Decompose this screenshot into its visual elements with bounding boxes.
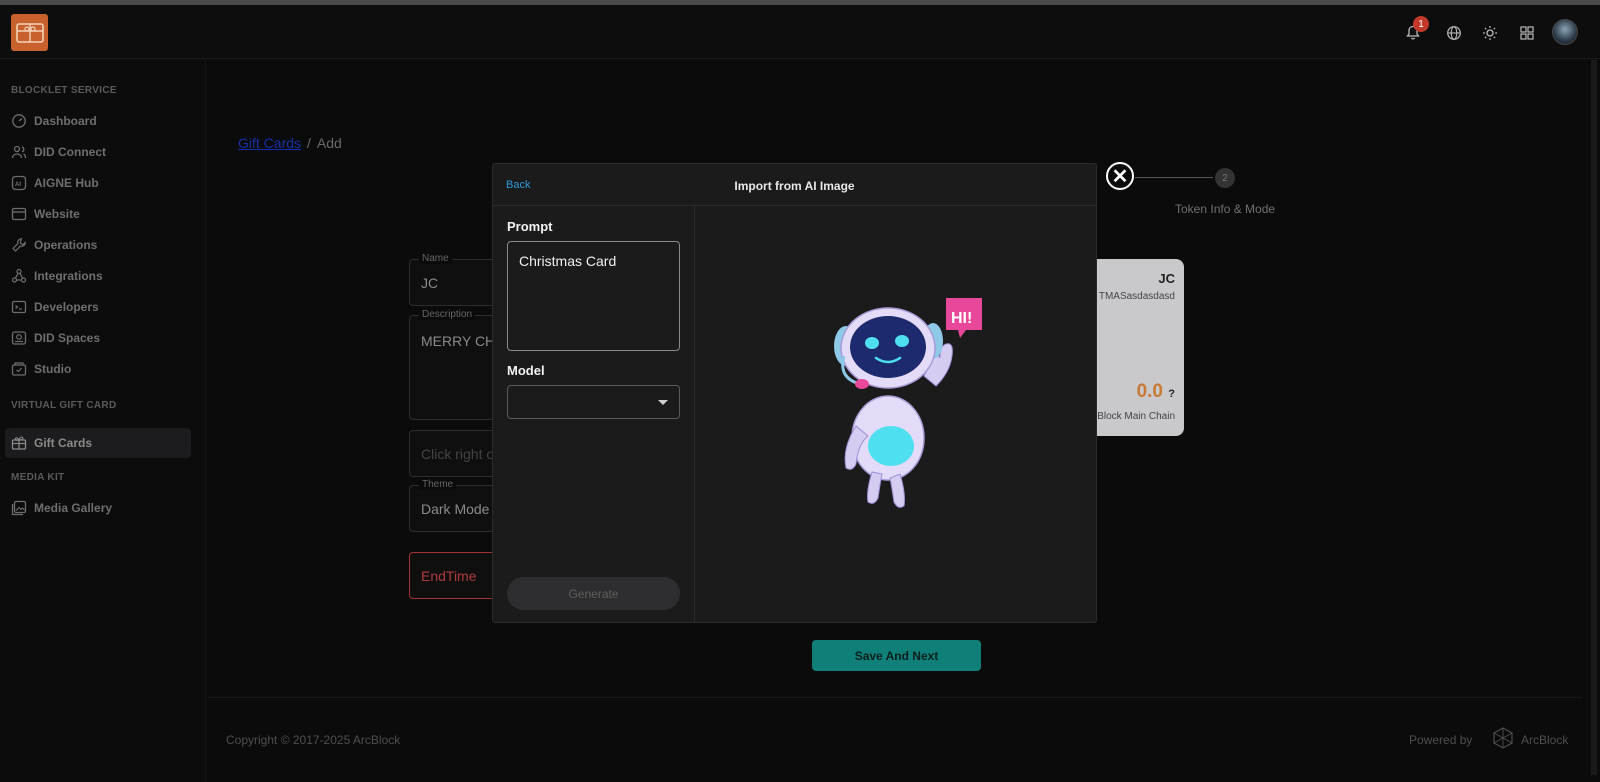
theme-field-legend: Theme: [419, 479, 457, 490]
model-label: Model: [507, 363, 545, 378]
model-select[interactable]: [507, 385, 680, 419]
close-icon[interactable]: ✕: [1106, 162, 1134, 190]
sidebar-item-label: DID Spaces: [34, 331, 101, 345]
breadcrumb: Gift Cards / Add: [238, 135, 342, 151]
studio-icon: [11, 362, 27, 376]
stepper-step-2-label: Token Info & Mode: [1175, 202, 1276, 216]
generate-button[interactable]: Generate: [507, 577, 680, 610]
globe-icon[interactable]: [1444, 23, 1464, 43]
sidebar-item-did-connect[interactable]: DID Connect: [5, 137, 191, 167]
sidebar-item-website[interactable]: Website: [5, 199, 191, 229]
terminal-icon: [11, 300, 27, 314]
notification-badge: 1: [1413, 16, 1429, 32]
gift-card-preview: JC TMASasdasdasd 0.0 ? Block Main Chain: [1096, 259, 1184, 436]
sidebar-item-integrations[interactable]: Integrations: [5, 261, 191, 291]
sidebar-item-operations[interactable]: Operations: [5, 230, 191, 260]
sidebar-item-label: Integrations: [34, 269, 103, 283]
sidebar-section-title: MEDIA KIT: [11, 472, 65, 483]
ai-icon: AI: [11, 175, 27, 191]
footer-divider: [207, 697, 1582, 698]
dialog-title: Import from AI Image: [734, 179, 855, 193]
gallery-icon: [11, 500, 27, 516]
sidebar: BLOCKLET SERVICE Dashboard DID Connect A…: [0, 60, 206, 782]
stepper-step-2[interactable]: 2: [1215, 168, 1235, 188]
footer-copyright: Copyright © 2017-2025 ArcBlock: [226, 733, 401, 747]
sidebar-item-label: Website: [34, 207, 80, 221]
gift-icon: [11, 436, 27, 450]
breadcrumb-separator: /: [307, 135, 311, 151]
gift-card-logo-icon: [15, 22, 44, 43]
theme-field-value: Dark Mode: [421, 501, 490, 517]
svg-text:AI: AI: [15, 182, 21, 188]
drive-icon: [11, 331, 27, 345]
sidebar-item-label: Developers: [34, 300, 99, 314]
footer-brand[interactable]: ArcBlock: [1521, 733, 1568, 747]
dialog-header: Back Import from AI Image: [493, 164, 1096, 206]
sidebar-item-label: Operations: [34, 238, 98, 252]
prompt-textarea-value: Christmas Card: [519, 253, 617, 269]
prompt-textarea[interactable]: Christmas Card: [507, 241, 680, 351]
name-field-legend: Name: [419, 253, 452, 264]
breadcrumb-link-gift-cards[interactable]: Gift Cards: [238, 135, 301, 151]
app-logo[interactable]: [11, 14, 48, 51]
preview-card-name: JC: [1158, 271, 1175, 286]
sidebar-item-label: DID Connect: [34, 145, 106, 159]
preview-card-amount-value: 0.0: [1136, 381, 1163, 402]
sidebar-item-gift-cards[interactable]: Gift Cards: [5, 428, 191, 458]
save-and-next-button[interactable]: Save And Next: [812, 640, 981, 671]
sidebar-section-title: VIRTUAL GIFT CARD: [11, 400, 117, 411]
description-field-legend: Description: [419, 309, 476, 320]
dialog-image-panel: HI!: [696, 206, 1096, 622]
app-header: 1: [0, 5, 1600, 59]
chevron-down-icon: [658, 400, 668, 405]
prompt-label: Prompt: [507, 219, 553, 234]
sidebar-item-studio[interactable]: Studio: [5, 354, 191, 384]
users-icon: [11, 145, 27, 159]
import-ai-image-dialog: Back Import from AI Image Prompt Christm…: [492, 163, 1097, 623]
breadcrumb-current: Add: [316, 135, 342, 151]
gauge-icon: [12, 114, 26, 128]
sun-icon[interactable]: [1480, 23, 1500, 43]
sidebar-item-label: AIGNE Hub: [34, 176, 99, 190]
speech-bubble-text: HI!: [951, 310, 972, 327]
arcblock-logo-icon[interactable]: [1491, 726, 1515, 750]
sidebar-item-aigne-hub[interactable]: AI AIGNE Hub: [5, 168, 191, 198]
preview-card-amount-suffix: ?: [1168, 388, 1175, 400]
dialog-form-panel: Prompt Christmas Card Model Generate: [493, 206, 695, 622]
apps-icon[interactable]: [1517, 23, 1537, 43]
robot-mascot-illustration: HI!: [834, 298, 982, 508]
preview-card-amount: 0.0 ?: [1137, 381, 1175, 403]
sidebar-section-title: BLOCKLET SERVICE: [11, 85, 117, 96]
preview-card-address: TMASasdasdasd: [1098, 291, 1175, 302]
sidebar-item-developers[interactable]: Developers: [5, 292, 191, 322]
endtime-field-placeholder: EndTime: [421, 568, 477, 584]
page-scrollbar[interactable]: [1591, 60, 1597, 775]
integrations-icon: [11, 268, 27, 283]
image-field-placeholder: Click right o: [421, 446, 495, 462]
wrench-icon: [12, 238, 26, 252]
stepper-connector: [1135, 177, 1213, 178]
avatar[interactable]: [1552, 19, 1578, 45]
sidebar-item-dashboard[interactable]: Dashboard: [5, 106, 191, 136]
browser-icon: [11, 207, 27, 221]
footer-powered-by: Powered by: [1409, 733, 1473, 747]
sidebar-item-label: Media Gallery: [34, 501, 113, 515]
sidebar-item-label: Studio: [34, 362, 72, 376]
sidebar-item-label: Gift Cards: [34, 436, 93, 450]
sidebar-item-label: Dashboard: [34, 114, 97, 128]
sidebar-item-media-gallery[interactable]: Media Gallery: [5, 493, 191, 523]
preview-card-chain: Block Main Chain: [1097, 411, 1175, 422]
sidebar-item-did-spaces[interactable]: DID Spaces: [5, 323, 191, 353]
name-field-value: JC: [421, 275, 439, 291]
